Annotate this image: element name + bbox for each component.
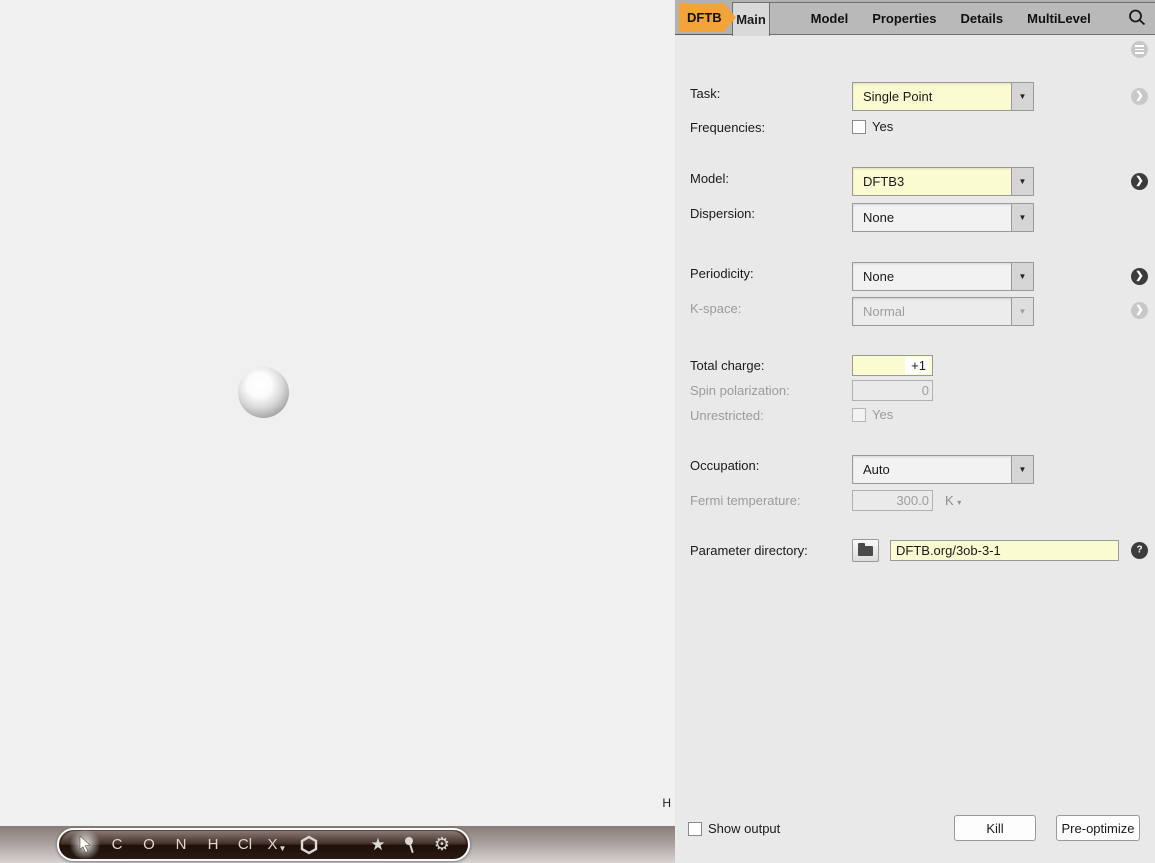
total-charge-label: Total charge: [690,358,764,374]
dropdown-arrow-icon: ▼ [1011,298,1033,325]
parameter-directory-label: Parameter directory: [690,543,808,559]
element-x-label: X [268,836,278,853]
element-button-N[interactable]: N [165,830,197,859]
kspace-dropdown-disabled: Normal ▼ [852,297,1034,326]
panel-menu-button[interactable] [1131,41,1148,58]
total-charge-input[interactable]: +1 [852,355,933,376]
hydrogen-atom-sphere[interactable] [238,367,289,418]
structures-tool[interactable]: ★ [362,830,394,859]
occupation-label: Occupation: [690,458,759,474]
search-icon [1127,8,1147,28]
dispersion-dropdown[interactable]: None ▼ [852,203,1034,232]
frequencies-checkbox-label: Yes [872,119,893,135]
task-dropdown[interactable]: Single Point ▼ [852,82,1034,111]
input-panel: . Model Properties Details MultiLevel Ma… [675,0,1155,863]
periodicity-value: None [853,269,1011,284]
element-button-H[interactable]: H [197,830,229,859]
fermi-temperature-value: 300.0 [896,493,929,508]
tab-model[interactable]: Model [811,11,849,26]
question-icon: ? [1136,545,1142,556]
tab-main-active[interactable]: Main [732,2,770,36]
wand-tool[interactable] [394,830,426,859]
parameter-directory-value: DFTB.org/3ob-3-1 [896,543,1001,558]
spin-polarization-input-disabled: 0 [852,380,933,401]
frequencies-label: Frequencies: [690,120,765,136]
parameter-directory-input[interactable]: DFTB.org/3ob-3-1 [890,540,1119,561]
element-button-Cl[interactable]: Cl [229,830,261,859]
kill-button[interactable]: Kill [954,815,1036,841]
browse-directory-button[interactable] [852,539,879,562]
element-toolbar: C O N H Cl X ▼ ★ [57,828,470,861]
occupation-dropdown[interactable]: Auto ▼ [852,455,1034,484]
model-label: Model: [690,171,729,187]
preoptimize-button[interactable]: Pre-optimize [1056,815,1140,841]
hexagon-ring-icon [299,835,319,855]
gear-icon: ⚙ [434,834,450,855]
task-label: Task: [690,86,720,102]
model-dropdown[interactable]: DFTB3 ▼ [852,167,1034,196]
settings-tool[interactable]: ⚙ [426,830,458,859]
model-value: DFTB3 [853,174,1011,189]
unit-caret-icon: ▾ [957,498,961,507]
spin-polarization-label: Spin polarization: [690,383,790,399]
cursor-icon [79,836,92,853]
search-button[interactable] [1127,8,1147,28]
total-charge-value: +1 [905,357,929,374]
dftb-method-tab[interactable]: DFTB [679,3,736,32]
periodicity-detail-chevron[interactable]: ❯ [1131,268,1148,285]
show-output-label: Show output [708,821,780,837]
tab-details[interactable]: Details [961,11,1004,26]
fermi-temperature-label: Fermi temperature: [690,493,801,509]
kspace-value: Normal [853,304,1011,319]
element-x-caret-icon: ▼ [279,844,287,853]
unrestricted-checkbox-disabled [852,408,866,422]
star-icon: ★ [370,835,385,855]
app-window: H C O N H Cl X ▼ [0,0,1155,863]
occupation-value: Auto [853,462,1011,477]
task-value: Single Point [853,89,1011,104]
unrestricted-checkbox-label: Yes [872,407,893,423]
select-cursor-tool[interactable] [69,830,101,859]
dispersion-label: Dispersion: [690,206,755,222]
element-button-C[interactable]: C [101,830,133,859]
folder-icon [858,546,873,556]
dropdown-arrow-icon[interactable]: ▼ [1011,204,1033,231]
task-detail-chevron-disabled: ❯ [1131,88,1148,105]
model-detail-chevron[interactable]: ❯ [1131,173,1148,190]
tab-bar: . Model Properties Details MultiLevel Ma… [675,0,1155,35]
tab-properties[interactable]: Properties [872,11,936,26]
dropdown-arrow-icon[interactable]: ▼ [1011,168,1033,195]
frequencies-checkbox[interactable] [852,120,866,134]
dropdown-arrow-icon[interactable]: ▼ [1011,456,1033,483]
unrestricted-label: Unrestricted: [690,408,764,424]
wand-icon [403,836,417,854]
tab-group: . Model Properties Details MultiLevel [768,2,1155,35]
show-output-checkbox[interactable] [688,822,702,836]
periodicity-label: Periodicity: [690,266,754,282]
dropdown-arrow-icon[interactable]: ▼ [1011,263,1033,290]
element-button-X[interactable]: X ▼ [261,830,293,859]
kspace-label: K-space: [690,301,741,317]
dispersion-value: None [853,210,1011,225]
fermi-temperature-unit-dropdown: K ▾ [945,493,961,508]
periodicity-dropdown[interactable]: None ▼ [852,262,1034,291]
dropdown-arrow-icon[interactable]: ▼ [1011,83,1033,110]
unit-label: K [945,493,954,508]
current-element-indicator: H [662,796,671,810]
ring-tool[interactable] [293,830,325,859]
spin-polarization-value: 0 [922,383,929,398]
element-button-O[interactable]: O [133,830,165,859]
molecule-viewport[interactable]: H C O N H Cl X ▼ [0,0,677,863]
kspace-detail-chevron-disabled: ❯ [1131,302,1148,319]
fermi-temperature-input-disabled: 300.0 [852,490,933,511]
parameter-directory-help-button[interactable]: ? [1131,542,1148,559]
tab-multilevel[interactable]: MultiLevel [1027,11,1091,26]
